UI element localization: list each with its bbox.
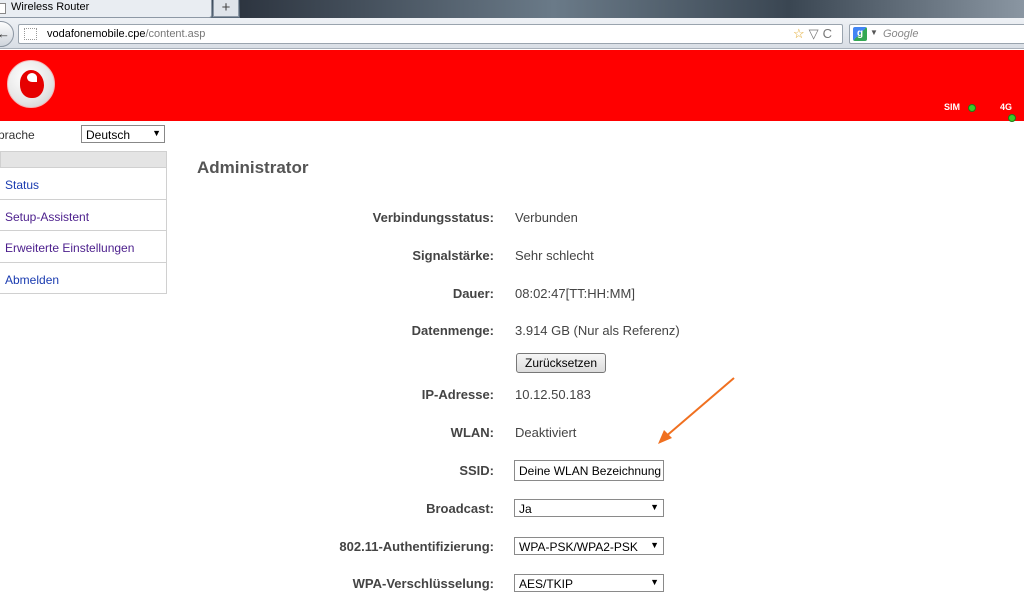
sim-label: SIM xyxy=(944,102,961,112)
sidebar-menu: Status Setup-Assistent Erweiterte Einste… xyxy=(0,168,167,294)
encryption-select[interactable]: AES/TKIP ▼ xyxy=(514,574,664,592)
network-indicator: 4G xyxy=(1000,102,1024,122)
url-path: /content.asp xyxy=(145,28,206,40)
browser-nav-bar: ← vodafonemobile.cpe/content.asp ☆▽C g ▼… xyxy=(0,18,1024,49)
ip-address-label: IP-Adresse: xyxy=(421,387,494,402)
wlan-label: WLAN: xyxy=(450,425,494,440)
url-host: vodafonemobile.cpe xyxy=(47,28,146,40)
engine-dropdown-icon[interactable]: ▼ xyxy=(870,28,878,37)
sidebar-header xyxy=(0,151,167,168)
address-bar-buttons[interactable]: ☆▽C xyxy=(793,26,836,42)
ip-address-value: 10.12.50.183 xyxy=(515,387,591,402)
signal-strength-value: Sehr schlecht xyxy=(515,248,594,263)
duration-value: 08:02:47[TT:HH:MM] xyxy=(515,286,635,301)
network-label: 4G xyxy=(1000,102,1013,112)
search-bar[interactable]: g ▼ Google xyxy=(849,24,1024,44)
sim-status-icon xyxy=(968,103,977,112)
search-input[interactable]: Google xyxy=(883,28,918,40)
bookmark-star-icon[interactable]: ☆ xyxy=(793,26,809,41)
language-value: Deutsch xyxy=(86,128,131,142)
signal-strength-label: Signalstärke: xyxy=(412,248,494,263)
browser-tab-bar: Wireless Router + xyxy=(0,0,1024,18)
ssid-label: SSID: xyxy=(459,463,494,478)
network-status-icon xyxy=(1008,113,1016,122)
back-button[interactable]: ← xyxy=(0,21,14,47)
data-volume-value: 3.914 GB (Nur als Referenz) xyxy=(515,323,680,338)
ssid-input[interactable]: Deine WLAN Bezeichnung xyxy=(514,460,664,481)
history-dropdown-icon[interactable]: ▽ xyxy=(809,26,823,41)
sidebar-item-advanced-settings[interactable]: Erweiterte Einstellungen xyxy=(0,231,166,263)
authentication-select[interactable]: WPA-PSK/WPA2-PSK ▼ xyxy=(514,537,664,555)
reload-icon[interactable]: C xyxy=(823,26,836,41)
vodafone-speechmark-icon xyxy=(20,70,44,98)
page-icon xyxy=(0,3,6,14)
back-arrow-icon: ← xyxy=(0,26,10,41)
duration-label: Dauer: xyxy=(452,286,494,301)
encryption-label: WPA-Verschlüsselung: xyxy=(352,576,494,591)
page-header: SIM 4G xyxy=(0,50,1024,122)
dropdown-arrow-icon: ▼ xyxy=(650,502,659,512)
new-tab-button[interactable]: + xyxy=(213,0,239,17)
vodafone-logo xyxy=(7,60,55,108)
sidebar-item-setup-assistant[interactable]: Setup-Assistent xyxy=(0,200,166,231)
wlan-value: Deaktiviert xyxy=(515,425,577,440)
language-label: prache xyxy=(0,128,35,142)
broadcast-select[interactable]: Ja ▼ xyxy=(514,499,664,517)
sidebar-item-status[interactable]: Status xyxy=(0,168,166,200)
dropdown-arrow-icon: ▼ xyxy=(152,128,161,138)
language-select[interactable]: Deutsch ▼ xyxy=(81,125,165,143)
broadcast-label: Broadcast: xyxy=(426,501,494,516)
broadcast-value: Ja xyxy=(519,502,532,516)
sidebar-item-logout[interactable]: Abmelden xyxy=(0,263,166,294)
sim-indicator: SIM xyxy=(944,102,977,112)
dropdown-arrow-icon: ▼ xyxy=(650,577,659,587)
connection-status-value: Verbunden xyxy=(515,210,578,225)
annotation-arrow-icon xyxy=(658,377,735,444)
site-identity-icon[interactable] xyxy=(24,28,37,40)
google-search-engine-icon[interactable]: g xyxy=(853,27,867,41)
reset-button[interactable]: Zurücksetzen xyxy=(516,353,606,373)
authentication-label: 802.11-Authentifizierung: xyxy=(339,539,494,554)
encryption-value: AES/TKIP xyxy=(519,577,574,591)
address-bar[interactable]: vodafonemobile.cpe/content.asp ☆▽C xyxy=(18,24,843,44)
data-volume-label: Datenmenge: xyxy=(411,323,494,338)
connection-status-label: Verbindungsstatus: xyxy=(372,210,494,225)
authentication-value: WPA-PSK/WPA2-PSK xyxy=(519,540,638,554)
tab-bar-background xyxy=(240,0,1024,18)
browser-tab[interactable]: Wireless Router xyxy=(0,0,212,18)
tab-title: Wireless Router xyxy=(11,1,90,13)
url-text: vodafonemobile.cpe/content.asp xyxy=(47,28,205,40)
page-title: Administrator xyxy=(197,158,309,177)
dropdown-arrow-icon: ▼ xyxy=(650,540,659,550)
